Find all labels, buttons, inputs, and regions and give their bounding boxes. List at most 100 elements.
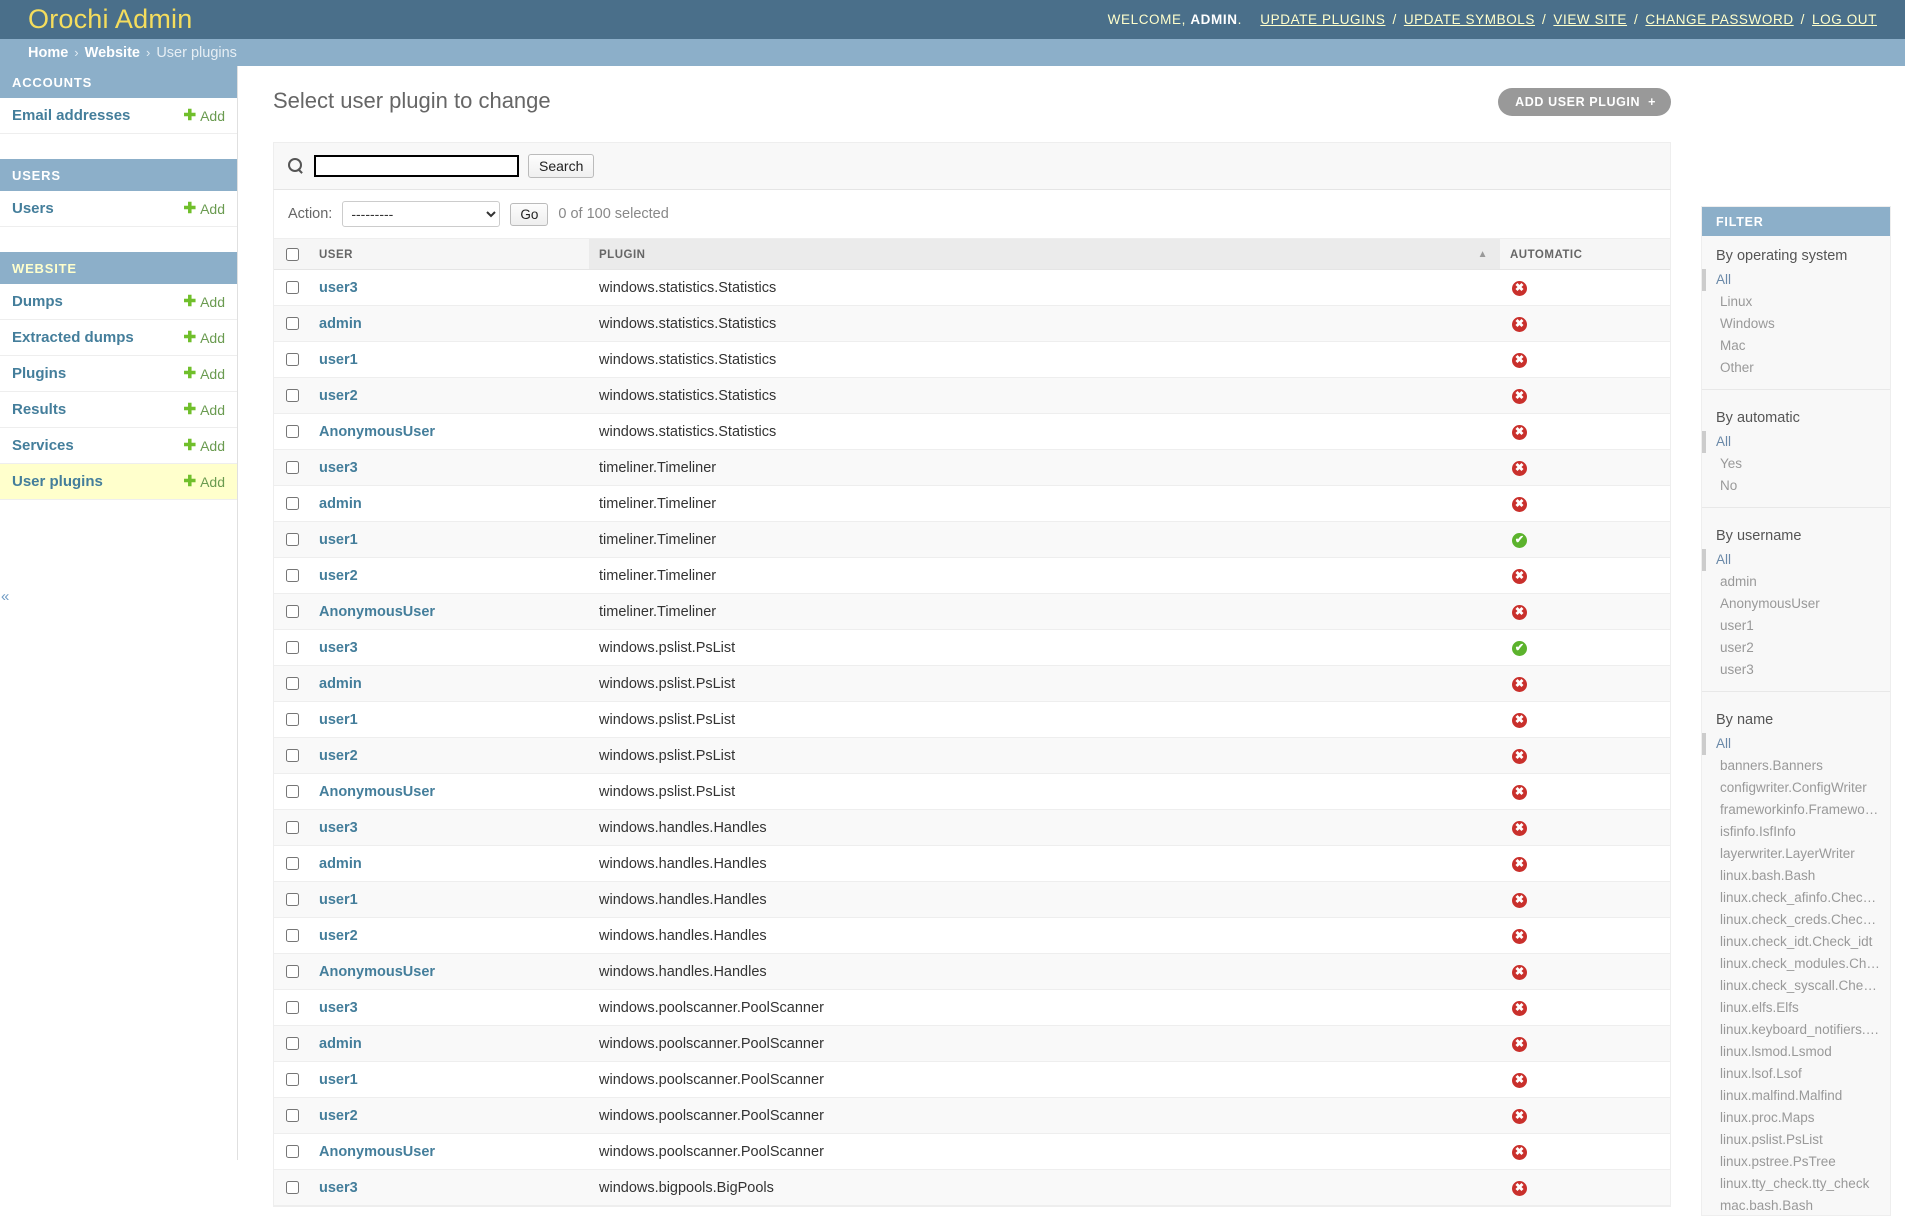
filter-option[interactable]: All (1702, 733, 1890, 755)
row-select-cell[interactable] (274, 341, 309, 378)
search-submit-button[interactable]: Search (528, 154, 595, 178)
filter-option-link[interactable]: All (1716, 434, 1731, 449)
update-plugins-link[interactable]: UPDATE PLUGINS (1260, 12, 1385, 27)
row-select-cell[interactable] (274, 989, 309, 1026)
user-link[interactable]: admin (319, 1036, 362, 1052)
row-select-checkbox[interactable] (286, 569, 299, 583)
filter-option-link[interactable]: All (1716, 552, 1731, 567)
filter-option[interactable]: Linux (1702, 291, 1890, 313)
sidebar-add-link[interactable]: ✚ Add (184, 402, 226, 418)
filter-option-link[interactable]: linux.keyboard_notifiers.Keyboard_… (1720, 1022, 1890, 1037)
sidebar-item-services[interactable]: Services ✚ Add (0, 428, 237, 464)
row-select-checkbox[interactable] (286, 605, 299, 619)
filter-option-link[interactable]: linux.proc.Maps (1720, 1110, 1815, 1125)
user-link[interactable]: user2 (319, 1108, 358, 1124)
filter-option-link[interactable]: user2 (1720, 640, 1754, 655)
filter-option-link[interactable]: linux.lsmod.Lsmod (1720, 1044, 1832, 1059)
view-site-link[interactable]: VIEW SITE (1553, 12, 1627, 27)
row-select-checkbox[interactable] (286, 893, 299, 907)
row-select-checkbox[interactable] (286, 1001, 299, 1015)
add-user-plugin-button[interactable]: ADD USER PLUGIN + (1498, 88, 1671, 116)
row-select-cell[interactable] (274, 629, 309, 666)
filter-option[interactable]: Mac (1702, 335, 1890, 357)
user-link[interactable]: admin (319, 676, 362, 692)
row-select-cell[interactable] (274, 917, 309, 954)
filter-option[interactable]: Other (1702, 357, 1890, 379)
action-select[interactable]: --------- (342, 201, 501, 227)
filter-option[interactable]: linux.check_modules.Check_modu… (1702, 953, 1890, 975)
filter-option-link[interactable]: linux.lsof.Lsof (1720, 1066, 1802, 1081)
row-select-checkbox[interactable] (286, 677, 299, 691)
sidebar-item-users[interactable]: Users ✚ Add (0, 191, 237, 227)
sidebar-item-label[interactable]: Email addresses (12, 107, 130, 124)
filter-option[interactable]: Windows (1702, 313, 1890, 335)
filter-option-link[interactable]: Other (1720, 360, 1754, 375)
column-header-automatic[interactable]: AUTOMATIC (1500, 239, 1670, 270)
user-link[interactable]: user3 (319, 820, 358, 836)
user-link[interactable]: user2 (319, 388, 358, 404)
column-header-plugin[interactable]: PLUGIN ▲ (589, 239, 1500, 270)
filter-option-link[interactable]: linux.check_modules.Check_modu… (1720, 956, 1890, 971)
filter-option-link[interactable]: user3 (1720, 662, 1754, 677)
filter-option-link[interactable]: Mac (1720, 338, 1746, 353)
filter-option-link[interactable]: linux.check_creds.Check_creds (1720, 912, 1890, 927)
sidebar-item-label[interactable]: User plugins (12, 473, 103, 490)
filter-option[interactable]: linux.keyboard_notifiers.Keyboard_… (1702, 1019, 1890, 1041)
filter-option[interactable]: mac.bash.Bash (1702, 1195, 1890, 1215)
filter-option[interactable]: layerwriter.LayerWriter (1702, 843, 1890, 865)
filter-option[interactable]: configwriter.ConfigWriter (1702, 777, 1890, 799)
filter-option[interactable]: isfinfo.IsfInfo (1702, 821, 1890, 843)
sidebar-add-link[interactable]: ✚ Add (184, 438, 226, 454)
filter-option-link[interactable]: All (1716, 272, 1731, 287)
row-select-cell[interactable] (274, 1061, 309, 1098)
user-link[interactable]: user2 (319, 568, 358, 584)
row-select-cell[interactable] (274, 701, 309, 738)
row-select-checkbox[interactable] (286, 785, 299, 799)
user-link[interactable]: admin (319, 856, 362, 872)
breadcrumb-website[interactable]: Website (85, 45, 140, 61)
column-header-user[interactable]: USER (309, 239, 589, 270)
filter-option-link[interactable]: Windows (1720, 316, 1775, 331)
search-input[interactable] (314, 155, 519, 177)
sidebar-add-link[interactable]: ✚ Add (184, 294, 226, 310)
filter-option[interactable]: linux.malfind.Malfind (1702, 1085, 1890, 1107)
filter-option-link[interactable]: mac.bash.Bash (1720, 1198, 1813, 1213)
select-all-header[interactable] (274, 239, 309, 270)
row-select-checkbox[interactable] (286, 821, 299, 835)
filter-option-link[interactable]: Yes (1720, 456, 1742, 471)
filter-option[interactable]: linux.tty_check.tty_check (1702, 1173, 1890, 1195)
filter-option[interactable]: All (1702, 549, 1890, 571)
filter-option[interactable]: AnonymousUser (1702, 593, 1890, 615)
filter-option[interactable]: Yes (1702, 453, 1890, 475)
row-select-checkbox[interactable] (286, 749, 299, 763)
sidebar-item-label[interactable]: Services (12, 437, 74, 454)
row-select-checkbox[interactable] (286, 641, 299, 655)
filter-option-link[interactable]: linux.bash.Bash (1720, 868, 1815, 883)
filter-option-link[interactable]: linux.elfs.Elfs (1720, 1000, 1799, 1015)
row-select-checkbox[interactable] (286, 929, 299, 943)
row-select-cell[interactable] (274, 377, 309, 414)
filter-option[interactable]: No (1702, 475, 1890, 497)
sidebar-collapse-icon[interactable]: « (1, 588, 9, 605)
filter-option-link[interactable]: configwriter.ConfigWriter (1720, 780, 1867, 795)
filter-option-link[interactable]: linux.pstree.PsTree (1720, 1154, 1836, 1169)
row-select-checkbox[interactable] (286, 965, 299, 979)
filter-option[interactable]: user1 (1702, 615, 1890, 637)
row-select-cell[interactable] (274, 665, 309, 702)
row-select-cell[interactable] (274, 1169, 309, 1206)
sidebar-item-user-plugins[interactable]: User plugins ✚ Add (0, 464, 237, 500)
row-select-cell[interactable] (274, 737, 309, 774)
row-select-checkbox[interactable] (286, 533, 299, 547)
row-select-cell[interactable] (274, 413, 309, 450)
row-select-checkbox[interactable] (286, 1145, 299, 1159)
filter-option-link[interactable]: linux.tty_check.tty_check (1720, 1176, 1869, 1191)
user-link[interactable]: user3 (319, 1000, 358, 1016)
row-select-cell[interactable] (274, 953, 309, 990)
row-select-checkbox[interactable] (286, 461, 299, 475)
filter-option-link[interactable]: linux.malfind.Malfind (1720, 1088, 1842, 1103)
sidebar-add-link[interactable]: ✚ Add (184, 201, 226, 217)
user-link[interactable]: user3 (319, 280, 358, 296)
breadcrumb-home[interactable]: Home (28, 45, 68, 61)
sidebar-item-extracted-dumps[interactable]: Extracted dumps ✚ Add (0, 320, 237, 356)
filter-option[interactable]: linux.check_creds.Check_creds (1702, 909, 1890, 931)
